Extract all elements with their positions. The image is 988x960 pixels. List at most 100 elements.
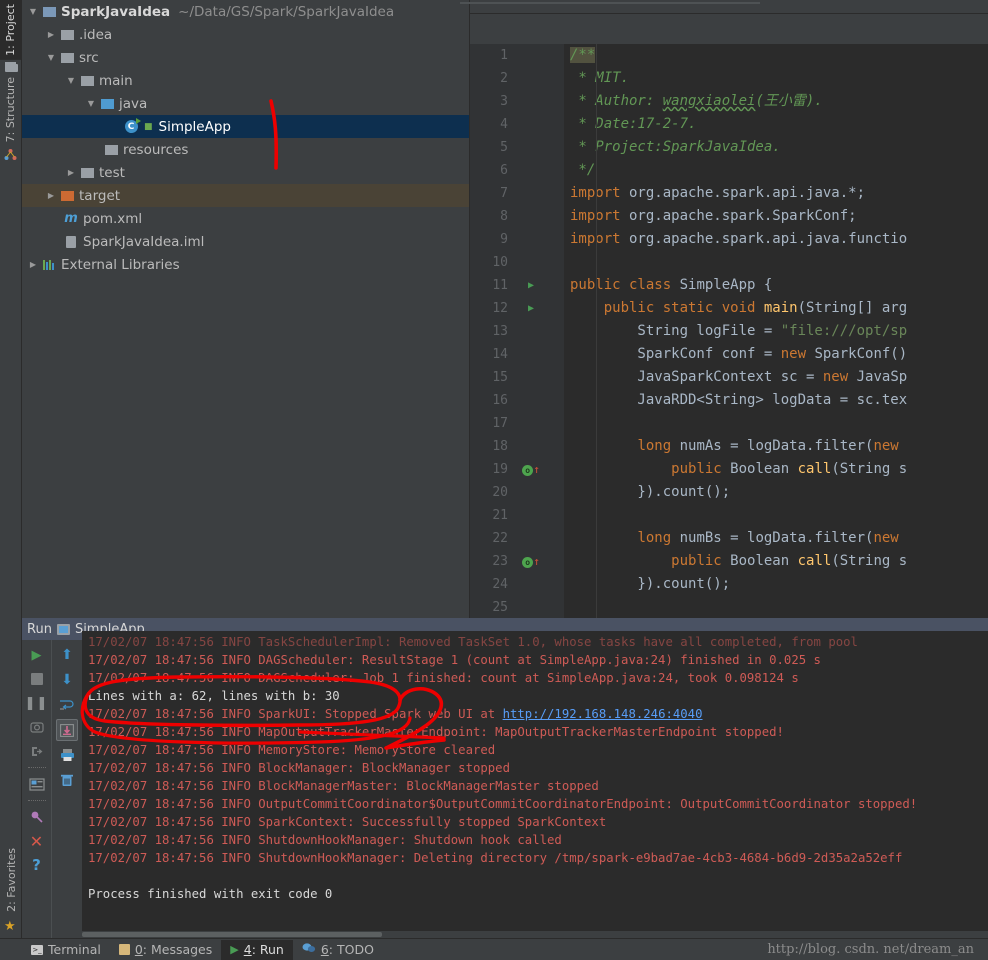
gutter-marker-slot[interactable]	[514, 228, 548, 251]
gutter-marker-slot[interactable]	[514, 527, 548, 550]
pin-icon[interactable]	[26, 806, 48, 828]
gutter-marker-slot[interactable]	[514, 573, 548, 596]
tool-window-button-structure[interactable]: 7: Structure	[0, 73, 23, 146]
code-line[interactable]: 23 o ↑ public Boolean call(String s	[470, 550, 988, 573]
dump-threads-icon[interactable]	[26, 716, 48, 738]
tree-row[interactable]: ▼ java	[22, 92, 469, 115]
gutter-marker-slot[interactable]	[514, 159, 548, 182]
tree-row[interactable]: SparkJavaIdea.iml	[22, 230, 469, 253]
chevron-right-icon[interactable]: ▶	[44, 191, 58, 200]
chevron-down-icon[interactable]: ▼	[26, 7, 40, 16]
gutter-marker-slot[interactable]	[514, 504, 548, 527]
clear-all-icon[interactable]	[56, 769, 78, 791]
down-icon[interactable]: ⬇	[56, 669, 78, 691]
print-icon[interactable]	[56, 744, 78, 766]
console-link[interactable]: http://192.168.148.246:4040	[503, 707, 703, 721]
code-line[interactable]: 11 ▶ public class SimpleApp {	[470, 274, 988, 297]
editor-tab-bar[interactable]	[460, 0, 988, 14]
resume-icon[interactable]	[26, 740, 48, 762]
code-line[interactable]: 6△ */	[470, 159, 988, 182]
tree-row[interactable]: ▼ src	[22, 46, 469, 69]
gutter-marker-slot[interactable]	[514, 320, 548, 343]
up-icon[interactable]: ⬆	[56, 644, 78, 666]
run-gutter-icon[interactable]: ▶	[514, 297, 548, 320]
help-icon[interactable]: ?	[26, 854, 48, 876]
tree-row[interactable]: m pom.xml	[22, 207, 469, 230]
run-gutter-icon[interactable]: ▶	[514, 274, 548, 297]
close-icon[interactable]: ✕	[26, 830, 48, 852]
code-line[interactable]: 13 String logFile = "file:///opt/sp	[470, 320, 988, 343]
code-line[interactable]: 3 * Author: wangxiaolei(王小雷).	[470, 90, 988, 113]
code-line[interactable]: 10	[470, 251, 988, 274]
scroll-to-end-icon[interactable]	[56, 719, 78, 741]
gutter-marker-slot[interactable]	[514, 113, 548, 136]
implementing-method-icon[interactable]: o ↑	[514, 458, 548, 481]
gutter-marker-slot[interactable]	[514, 251, 548, 274]
console-line: 17/02/07 18:47:56 INFO BlockManagerMaste…	[88, 779, 599, 793]
chevron-down-icon[interactable]: ▼	[84, 99, 98, 108]
code-line[interactable]: 4 * Date:17-2-7.	[470, 113, 988, 136]
gutter-marker-slot[interactable]	[514, 44, 548, 67]
code-line[interactable]: 15 JavaSparkContext sc = new JavaSp	[470, 366, 988, 389]
code-editor[interactable]: 1▽/**2 * MIT.3 * Author: wangxiaolei(王小雷…	[470, 44, 988, 618]
gutter-marker-slot[interactable]	[514, 389, 548, 412]
gutter-marker-slot[interactable]	[514, 366, 548, 389]
code-line[interactable]: 18▽ long numAs = logData.filter(new	[470, 435, 988, 458]
code-line[interactable]: 5 * Project:SparkJavaIdea.	[470, 136, 988, 159]
code-line[interactable]: 7▽import org.apache.spark.api.java.*;	[470, 182, 988, 205]
code-line[interactable]: 24△ }).count();	[470, 573, 988, 596]
status-tab-run[interactable]: ▶ 4: Run	[221, 939, 293, 960]
console-horizontal-scrollbar[interactable]	[82, 931, 988, 938]
tree-row[interactable]: ▼ main	[22, 69, 469, 92]
status-tab-todo[interactable]: 6: TODO	[293, 940, 383, 960]
chevron-down-icon[interactable]: ▼	[44, 53, 58, 62]
gutter-marker-slot[interactable]	[514, 90, 548, 113]
tree-row-target[interactable]: ▶ target	[22, 184, 469, 207]
code-line[interactable]: 16 JavaRDD<String> logData = sc.tex	[470, 389, 988, 412]
gutter-marker-slot[interactable]	[514, 182, 548, 205]
gutter-marker-slot[interactable]	[514, 435, 548, 458]
tree-row[interactable]: ▶ External Libraries	[22, 253, 469, 276]
gutter-marker-slot[interactable]	[514, 205, 548, 228]
code-line[interactable]: 19 o ↑ public Boolean call(String s	[470, 458, 988, 481]
stop-icon[interactable]	[26, 668, 48, 690]
status-tab-messages[interactable]: 0: Messages	[110, 940, 221, 960]
tree-row[interactable]: resources	[22, 138, 469, 161]
code-line[interactable]: 9△import org.apache.spark.api.java.funct…	[470, 228, 988, 251]
implementing-method-icon[interactable]: o ↑	[514, 550, 548, 573]
code-line[interactable]: 12▶▽ public static void main(String[] ar…	[470, 297, 988, 320]
chevron-right-icon[interactable]: ▶	[26, 260, 40, 269]
soft-wrap-icon[interactable]	[56, 694, 78, 716]
code-line[interactable]: 20△ }).count();	[470, 481, 988, 504]
chevron-right-icon[interactable]: ▶	[64, 168, 78, 177]
gutter-marker-slot[interactable]	[514, 412, 548, 435]
tool-window-button-project[interactable]: 1: Project	[0, 0, 23, 60]
status-tab-number: 6	[320, 942, 329, 957]
status-tab-terminal[interactable]: >_ Terminal	[22, 940, 110, 960]
toggle-view-icon[interactable]	[26, 773, 48, 795]
code-line[interactable]: 8 import org.apache.spark.SparkConf;	[470, 205, 988, 228]
code-line[interactable]: 1▽/**	[470, 44, 988, 67]
tree-row[interactable]: ▶ test	[22, 161, 469, 184]
gutter-marker-slot[interactable]	[514, 136, 548, 159]
code-line[interactable]: 14 SparkConf conf = new SparkConf()	[470, 343, 988, 366]
code-line[interactable]: 22▽ long numBs = logData.filter(new	[470, 527, 988, 550]
chevron-down-icon[interactable]: ▼	[64, 76, 78, 85]
gutter-marker-slot[interactable]	[514, 67, 548, 90]
rerun-icon[interactable]: ▶	[26, 644, 48, 666]
code-text: public Boolean call(String s	[671, 461, 908, 477]
tree-row[interactable]: ▼ SparkJavaIdea ~/Data/GS/Spark/SparkJav…	[22, 0, 469, 23]
gutter-marker-slot[interactable]	[514, 343, 548, 366]
tree-row[interactable]: ▶ .idea	[22, 23, 469, 46]
chevron-right-icon[interactable]: ▶	[44, 30, 58, 39]
gutter-marker-slot[interactable]	[514, 481, 548, 504]
code-line[interactable]: 17	[470, 412, 988, 435]
code-line[interactable]: 21	[470, 504, 988, 527]
pause-icon[interactable]: ❚❚	[25, 692, 48, 714]
code-line[interactable]: 25	[470, 596, 988, 618]
tool-window-button-favorites[interactable]: 2: Favorites	[0, 844, 24, 916]
code-line[interactable]: 2 * MIT.	[470, 67, 988, 90]
gutter-marker-slot[interactable]	[514, 596, 548, 618]
console-output[interactable]: 17/02/07 18:47:56 INFO TaskSchedulerImpl…	[82, 631, 988, 938]
tree-row-simpleapp[interactable]: C ■ SimpleApp	[22, 115, 469, 138]
